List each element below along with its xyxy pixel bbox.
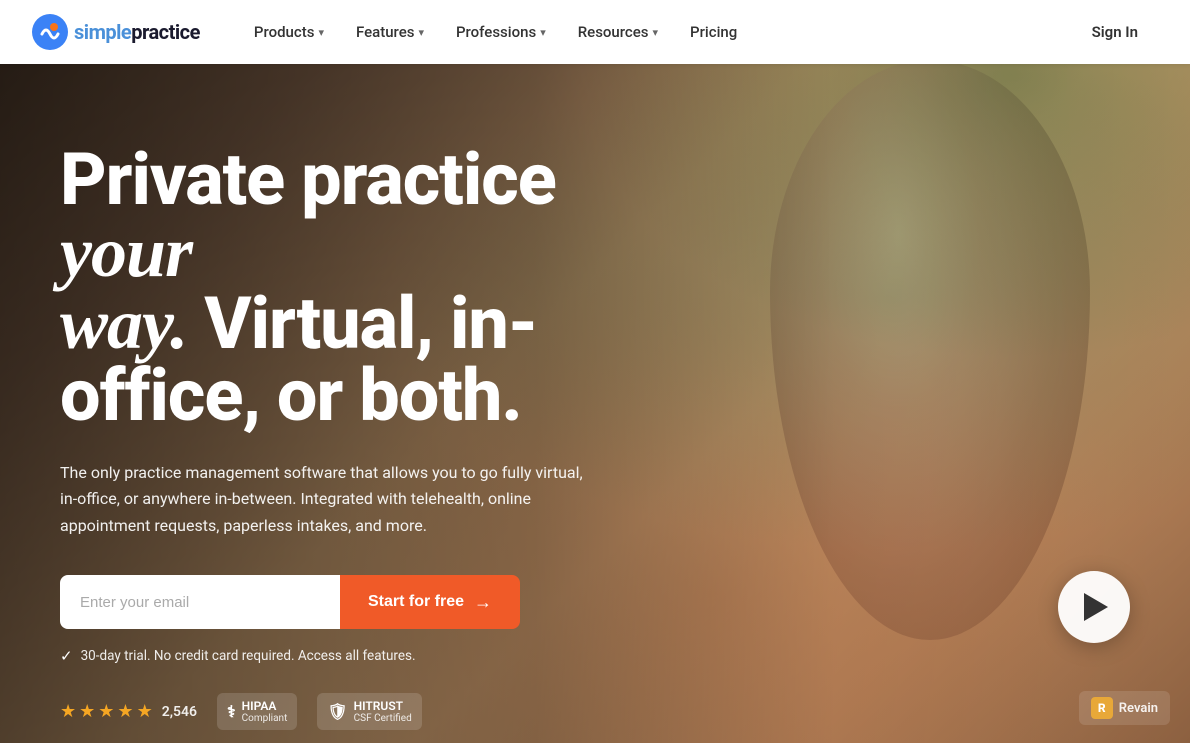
chevron-down-icon: ▾	[540, 26, 546, 39]
trust-row: ★ ★ ★ ★ ★ 2,546 ⚕ HIPAA Compliant 🛡	[60, 693, 700, 730]
nav-item-professions[interactable]: Professions ▾	[442, 15, 560, 49]
headline-part2: way.	[60, 284, 187, 364]
arrow-icon: →	[474, 592, 492, 613]
nav-item-features[interactable]: Features ▾	[342, 15, 438, 49]
hipaa-badge: ⚕ HIPAA Compliant	[217, 693, 297, 730]
chevron-down-icon: ▾	[653, 26, 659, 39]
email-input[interactable]	[60, 575, 340, 629]
nav-features-label: Features	[356, 23, 414, 41]
check-icon: ✓	[60, 647, 73, 665]
revain-icon: R	[1091, 697, 1113, 719]
nav-professions-label: Professions	[456, 23, 536, 41]
logo-icon	[32, 14, 68, 50]
headline-part1: Private practice your	[60, 137, 556, 294]
star-4: ★	[117, 701, 133, 722]
hipaa-text: HIPAA Compliant	[242, 699, 288, 724]
cta-button-label: Start for free	[368, 593, 464, 611]
nav-pricing-label: Pricing	[690, 23, 737, 41]
play-icon	[1084, 593, 1108, 621]
nav-right: Sign In	[1072, 15, 1158, 49]
nav-resources-label: Resources	[578, 23, 649, 41]
review-count: 2,546	[162, 704, 197, 720]
hitrust-icon: 🛡	[327, 702, 347, 721]
nav-item-pricing[interactable]: Pricing	[676, 15, 751, 49]
hero-form: Start for free →	[60, 575, 700, 629]
hipaa-icon: ⚕	[227, 702, 236, 721]
nav-item-products[interactable]: Products ▾	[240, 15, 338, 49]
nav-links: Products ▾ Features ▾ Professions ▾ Reso…	[240, 15, 1072, 49]
sign-in-link[interactable]: Sign In	[1072, 15, 1158, 49]
revain-label: Revain	[1119, 701, 1158, 716]
logo-link[interactable]: simplepractice	[32, 14, 200, 50]
hitrust-badge: 🛡 HITRUST CSF Certified	[317, 693, 421, 730]
nav-products-label: Products	[254, 23, 315, 41]
hero-content: Private practice your way. Virtual, in-o…	[0, 64, 1190, 743]
hero-subtext: The only practice management software th…	[60, 460, 600, 539]
nav-item-resources[interactable]: Resources ▾	[564, 15, 672, 49]
hero-text-block: Private practice your way. Virtual, in-o…	[60, 144, 700, 730]
start-free-button[interactable]: Start for free →	[340, 575, 520, 629]
hero-section: Private practice your way. Virtual, in-o…	[0, 0, 1190, 743]
chevron-down-icon: ▾	[318, 26, 324, 39]
hipaa-label: HIPAA	[242, 699, 288, 713]
star-1: ★	[60, 701, 76, 722]
logo-text: simplepractice	[74, 20, 200, 44]
hitrust-sublabel: CSF Certified	[354, 713, 412, 724]
star-3: ★	[98, 701, 114, 722]
hitrust-text: HITRUST CSF Certified	[354, 699, 412, 724]
headline-italic: your	[60, 212, 192, 292]
star-5-half: ★	[137, 701, 153, 722]
star-rating: ★ ★ ★ ★ ★ 2,546	[60, 701, 197, 722]
play-button[interactable]	[1058, 571, 1130, 643]
trial-disclaimer: ✓ 30-day trial. No credit card required.…	[60, 647, 700, 665]
navbar: simplepractice Products ▾ Features ▾ Pro…	[0, 0, 1190, 64]
hitrust-label: HITRUST	[354, 699, 412, 713]
chevron-down-icon: ▾	[418, 26, 424, 39]
hero-headline: Private practice your way. Virtual, in-o…	[60, 144, 700, 432]
star-2: ★	[79, 701, 95, 722]
hipaa-sublabel: Compliant	[242, 713, 288, 724]
revain-badge: R Revain	[1079, 691, 1170, 725]
trial-text-label: 30-day trial. No credit card required. A…	[81, 648, 416, 664]
